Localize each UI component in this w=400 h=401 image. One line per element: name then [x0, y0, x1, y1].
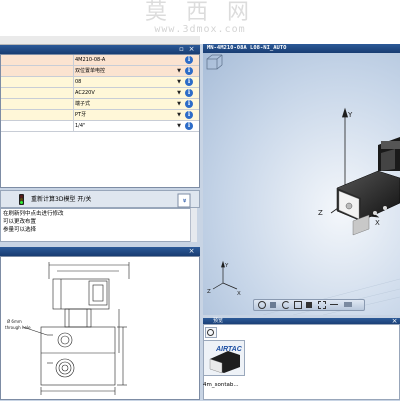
chevron-double-down-icon[interactable]: » — [177, 193, 191, 208]
info-icon[interactable]: i — [185, 78, 193, 86]
3d-viewport[interactable]: Y Z X Y X Z — [203, 53, 400, 316]
drawing-svg: Ø 6mm through hole — [5, 262, 130, 395]
drawing-titlebar: × — [0, 247, 200, 256]
chevron-down-icon[interactable]: ▼ — [175, 111, 183, 119]
drawing-label: through hole — [5, 325, 31, 330]
ruler — [0, 36, 200, 45]
property-row[interactable]: AC220V ▼ i — [1, 88, 199, 99]
preview-toolbar — [205, 327, 217, 338]
viewer-titlebar: MN-4M210-08A L08-NI_AUTO — [203, 44, 400, 53]
search-icon[interactable] — [207, 329, 214, 336]
property-value: 1/4" — [75, 123, 86, 129]
info-icon[interactable]: i — [185, 67, 193, 75]
property-row[interactable]: 端子式 ▼ i — [1, 99, 199, 110]
wireframe-icon[interactable] — [318, 301, 326, 309]
row-label-cell — [1, 99, 74, 109]
pan-icon[interactable] — [270, 302, 276, 308]
list-item: 可以更改布置 — [3, 219, 37, 225]
rotate-icon[interactable] — [282, 301, 290, 309]
row-label-cell — [1, 88, 74, 98]
chevron-down-icon[interactable]: ▼ — [175, 122, 183, 130]
row-label-cell — [1, 77, 74, 87]
recalc-toggle[interactable]: 重新计算3D模型 开/关 — [31, 191, 91, 208]
info-icon[interactable]: i — [185, 122, 193, 130]
row-label-cell — [1, 110, 74, 120]
zoom-icon[interactable] — [258, 301, 266, 309]
property-row[interactable]: 1/4" ▼ i — [1, 121, 199, 132]
property-row[interactable]: 08 ▼ i — [1, 77, 199, 88]
axis-y-label: Y — [347, 111, 353, 119]
row-label-cell — [1, 66, 74, 76]
property-row[interactable]: 双位置单电控 ▼ i — [1, 66, 199, 77]
recalc-toolbar: 重新计算3D模型 开/关 » — [0, 190, 200, 208]
property-value: 端子式 — [75, 101, 91, 107]
message-list: 在刷新列中点击进行修改 可以更改布置 参量可以选择 — [0, 208, 196, 242]
watermark-title: 莫 西 网 — [145, 0, 255, 25]
info-icon[interactable]: i — [185, 89, 193, 97]
chevron-down-icon[interactable]: ▼ — [175, 67, 183, 75]
property-value: AC220V — [75, 90, 95, 96]
property-row[interactable]: PT牙 ▼ i — [1, 110, 199, 121]
thumbnail-label[interactable]: 4m_sontab... — [203, 382, 249, 388]
list-item: 参量可以选择 — [3, 227, 37, 233]
scrollbar[interactable] — [190, 208, 197, 242]
row-label-cell — [1, 121, 74, 131]
watermark-banner: 莫 西 网 www.3dmox.com — [0, 0, 400, 45]
chevron-down-icon[interactable]: ▼ — [175, 100, 183, 108]
properties-grid: 4M210-08-A i 双位置单电控 ▼ i 08 ▼ i AC220V ▼ … — [0, 54, 200, 188]
triad-z-label: Z — [207, 289, 211, 295]
watermark-url: www.3dmox.com — [154, 24, 246, 35]
property-value: 双位置单电控 — [75, 68, 106, 74]
info-icon[interactable]: i — [185, 56, 193, 64]
info-icon[interactable]: i — [185, 100, 193, 108]
viewport-svg: Y Z X Y X Z — [206, 54, 400, 316]
valve-model[interactable] — [336, 137, 400, 236]
brand-logo: AIRTAC — [216, 346, 242, 353]
measure-icon[interactable] — [330, 304, 338, 305]
list-item: 在刷新列中点击进行修改 — [3, 211, 64, 217]
fit-icon[interactable] — [294, 301, 302, 309]
property-value: 08 — [75, 79, 82, 85]
traffic-light-icon — [19, 194, 24, 205]
drawing-label: Ø 6mm — [7, 319, 22, 324]
property-row[interactable]: 4M210-08-A i — [1, 55, 199, 66]
view-toolbar — [253, 299, 365, 311]
property-value: 4M210-08-A — [75, 57, 106, 63]
pin-icon[interactable]: ▫ — [178, 46, 185, 53]
triad-y-label: Y — [224, 263, 229, 269]
shade-icon[interactable] — [306, 302, 312, 308]
viewer-title: MN-4M210-08A L08-NI_AUTO — [207, 45, 287, 51]
print-icon[interactable] — [344, 302, 352, 307]
row-label-cell — [1, 55, 74, 65]
close-icon[interactable]: × — [188, 248, 195, 255]
properties-titlebar: ▫ × — [0, 45, 200, 54]
axis-x-label: X — [375, 219, 380, 227]
property-value: PT牙 — [75, 112, 87, 118]
chevron-down-icon[interactable]: ▼ — [175, 78, 183, 86]
triad-x-label: X — [237, 291, 241, 297]
chevron-down-icon[interactable]: ▼ — [175, 89, 183, 97]
axis-z-label: Z — [318, 209, 323, 217]
technical-drawing: Ø 6mm through hole — [0, 256, 200, 400]
close-icon[interactable]: × — [188, 46, 195, 53]
info-icon[interactable]: i — [185, 111, 193, 119]
